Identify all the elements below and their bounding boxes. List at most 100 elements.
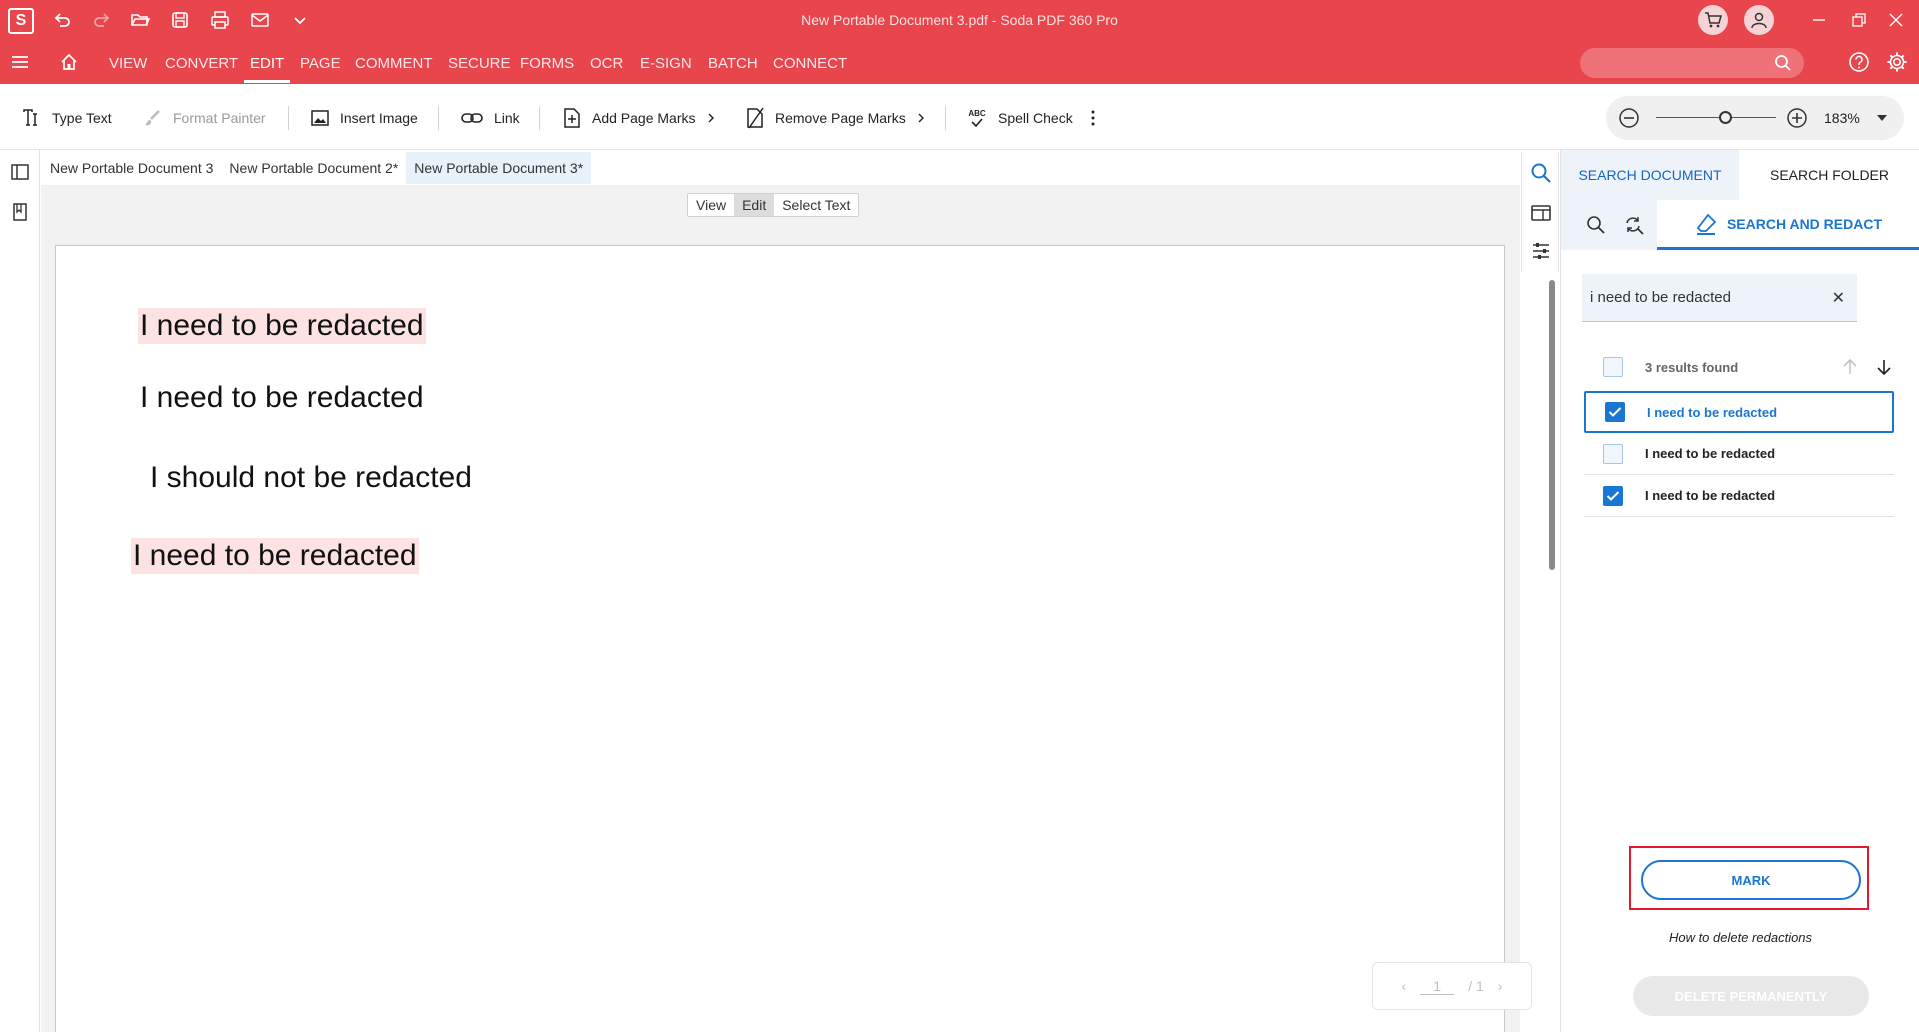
menu-bar: VIEW CONVERT EDIT PAGE COMMENT SECURE FO… xyxy=(0,40,1919,84)
remove-page-marks-button[interactable]: Remove Page Marks xyxy=(745,106,926,130)
chevron-right-icon xyxy=(706,112,716,124)
menu-esign[interactable]: E-SIGN xyxy=(640,55,692,72)
next-result-icon[interactable] xyxy=(1876,358,1892,376)
result-row[interactable]: I need to be redacted xyxy=(1584,391,1894,433)
settings-gear-icon[interactable] xyxy=(1886,51,1908,73)
results-count: 3 results found xyxy=(1645,359,1739,375)
app-logo[interactable]: S xyxy=(8,8,34,34)
properties-sliders-icon[interactable] xyxy=(1530,240,1552,262)
doc-tab[interactable]: New Portable Document 2* xyxy=(221,152,406,184)
add-page-icon xyxy=(562,107,582,129)
document-text-line[interactable]: I need to be redacted xyxy=(131,538,419,574)
menu-comment[interactable]: COMMENT xyxy=(355,55,433,72)
menu-forms[interactable]: FORMS xyxy=(520,55,574,72)
zoom-slider-handle[interactable] xyxy=(1719,111,1732,124)
spell-check-button[interactable]: ABC Spell Check xyxy=(966,106,1073,130)
link-icon xyxy=(460,108,484,128)
customize-chevron-icon[interactable] xyxy=(280,0,320,40)
search-subtabs: SEARCH AND REDACT xyxy=(1561,200,1919,250)
menu-edit[interactable]: EDIT xyxy=(250,55,284,72)
menu-batch[interactable]: BATCH xyxy=(708,55,758,72)
results-header: 3 results found xyxy=(1584,346,1894,388)
bookmark-icon[interactable] xyxy=(10,202,30,222)
result-row[interactable]: I need to be redacted xyxy=(1584,475,1894,517)
select-all-checkbox[interactable] xyxy=(1603,357,1623,377)
doc-tab-active[interactable]: New Portable Document 3* xyxy=(406,152,592,184)
print-icon[interactable] xyxy=(200,0,240,40)
how-to-delete-redactions-link[interactable]: How to delete redactions xyxy=(1561,930,1919,945)
menu-convert[interactable]: CONVERT xyxy=(165,55,238,72)
next-page-icon[interactable]: › xyxy=(1498,978,1503,994)
result-checkbox[interactable] xyxy=(1605,402,1625,422)
insert-image-button[interactable]: Insert Image xyxy=(310,106,418,130)
menu-secure[interactable]: SECURE xyxy=(448,55,511,72)
menu-connect[interactable]: CONNECT xyxy=(773,55,847,72)
panel-tabs: SEARCH DOCUMENT SEARCH FOLDER xyxy=(1561,150,1919,200)
link-button[interactable]: Link xyxy=(460,106,520,130)
redact-search-input[interactable]: i need to be redacted ✕ xyxy=(1582,274,1857,322)
previous-result-icon[interactable] xyxy=(1842,358,1858,376)
zoom-in-icon[interactable] xyxy=(1786,107,1808,129)
clear-search-icon[interactable]: ✕ xyxy=(1832,288,1845,308)
tab-search-folder[interactable]: SEARCH FOLDER xyxy=(1739,150,1919,200)
view-mode-switch: View Edit Select Text xyxy=(687,193,860,217)
zoom-level[interactable]: 183% xyxy=(1824,110,1860,126)
vertical-scrollbar[interactable] xyxy=(1549,280,1555,570)
zoom-dropdown-icon[interactable] xyxy=(1876,114,1888,122)
user-account-icon[interactable] xyxy=(1744,5,1774,35)
view-mode-button[interactable]: View xyxy=(688,194,734,216)
result-checkbox[interactable] xyxy=(1603,485,1623,506)
cart-icon[interactable] xyxy=(1698,5,1728,35)
help-icon[interactable] xyxy=(1848,51,1870,73)
document-text-line[interactable]: I should not be redacted xyxy=(148,460,474,496)
type-text-icon xyxy=(22,108,42,128)
page-number-input[interactable]: 1 xyxy=(1420,978,1455,995)
search-panel: SEARCH DOCUMENT SEARCH FOLDER SEARCH AND… xyxy=(1560,150,1919,1032)
search-icon[interactable] xyxy=(1530,162,1552,184)
select-text-mode-button[interactable]: Select Text xyxy=(774,194,858,216)
active-menu-indicator xyxy=(244,80,290,83)
document-text-line[interactable]: I need to be redacted xyxy=(138,380,426,416)
document-text-line[interactable]: I need to be redacted xyxy=(138,308,426,344)
hamburger-menu-icon[interactable] xyxy=(10,52,30,72)
top-search-input[interactable] xyxy=(1580,48,1804,78)
undo-icon[interactable] xyxy=(42,0,82,40)
menu-page[interactable]: PAGE xyxy=(300,55,341,72)
edit-mode-button[interactable]: Edit xyxy=(734,194,775,216)
type-text-button[interactable]: Type Text xyxy=(22,106,112,130)
search-icon[interactable] xyxy=(1585,214,1607,236)
redo-icon[interactable] xyxy=(82,0,122,40)
previous-page-icon[interactable]: ‹ xyxy=(1402,978,1407,994)
chevron-right-icon xyxy=(916,112,926,124)
toolbar-divider xyxy=(539,106,540,130)
more-options-icon[interactable] xyxy=(1090,106,1096,130)
result-checkbox[interactable] xyxy=(1603,443,1623,464)
result-text: I need to be redacted xyxy=(1647,404,1778,420)
window-panel-icon[interactable] xyxy=(1530,202,1552,224)
add-page-marks-button[interactable]: Add Page Marks xyxy=(562,106,716,130)
search-replace-icon[interactable] xyxy=(1623,214,1645,236)
tab-search-document[interactable]: SEARCH DOCUMENT xyxy=(1561,150,1739,200)
zoom-out-icon[interactable] xyxy=(1618,107,1640,129)
menu-view[interactable]: VIEW xyxy=(109,55,147,72)
mark-button[interactable]: MARK xyxy=(1641,860,1861,900)
delete-permanently-button[interactable]: DELETE PERMANENTLY xyxy=(1633,976,1869,1016)
format-painter-button[interactable]: Format Painter xyxy=(143,106,266,130)
spell-check-icon: ABC xyxy=(966,109,988,128)
search-icon xyxy=(1774,54,1792,72)
result-row[interactable]: I need to be redacted xyxy=(1584,433,1894,475)
spell-check-label: Spell Check xyxy=(998,110,1073,126)
zoom-slider-track[interactable] xyxy=(1656,117,1776,118)
mail-icon[interactable] xyxy=(240,0,280,40)
eraser-icon xyxy=(1695,213,1717,235)
menu-ocr[interactable]: OCR xyxy=(590,55,623,72)
home-icon[interactable] xyxy=(59,52,79,72)
close-icon[interactable] xyxy=(1873,0,1919,40)
save-icon[interactable] xyxy=(160,0,200,40)
doc-tab[interactable]: New Portable Document 3 xyxy=(42,152,221,184)
search-and-redact-label: SEARCH AND REDACT xyxy=(1726,215,1883,232)
panel-toggle-icon[interactable] xyxy=(10,162,30,182)
open-folder-icon[interactable] xyxy=(120,0,160,40)
tab-search-and-redact[interactable]: SEARCH AND REDACT xyxy=(1657,200,1919,250)
pdf-page[interactable]: I need to be redacted I need to be redac… xyxy=(55,245,1505,1032)
